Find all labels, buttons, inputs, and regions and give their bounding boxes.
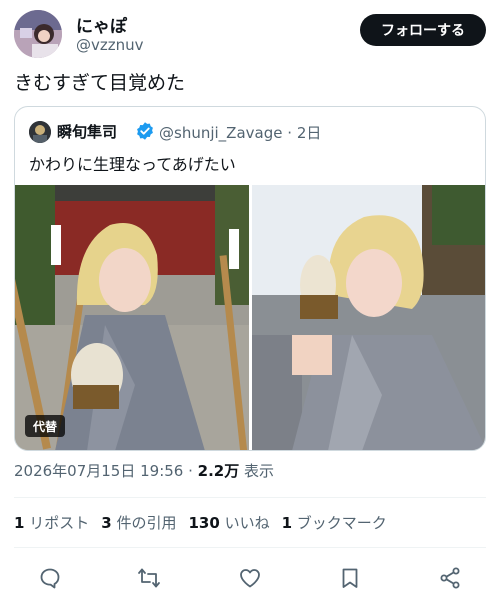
tweet-timestamp[interactable]: 2026年07月15日 19:56 · 2.2万 表示 — [14, 460, 274, 481]
repost-icon — [138, 568, 160, 588]
tweet-datetime[interactable]: 2026年07月15日 19:56 · — [14, 462, 198, 480]
share-button[interactable] — [434, 562, 466, 594]
quoted-tweet-text: かわりに生理なってあげたい — [29, 155, 236, 174]
author-display-name[interactable]: にゃぽ — [76, 12, 127, 37]
bookmark-button[interactable] — [334, 562, 366, 594]
divider — [14, 547, 486, 548]
meta-separator: · — [287, 124, 293, 142]
tweet-text: きむすぎて目覚めた — [14, 72, 186, 94]
like-icon — [240, 569, 260, 588]
author-handle[interactable]: @vzznuv — [76, 36, 144, 54]
repost-button[interactable] — [133, 562, 165, 594]
quoted-author-name: 瞬旬隼司 — [57, 123, 118, 141]
action-bar — [14, 562, 486, 594]
tweet-header: にゃぽ @vzznuv フォローする — [14, 10, 486, 58]
follow-button[interactable]: フォローする — [360, 14, 486, 46]
likes-stat[interactable]: 130 いいね — [188, 512, 269, 533]
quoted-photo-1[interactable]: 代替 — [15, 185, 249, 450]
quotes-count: 3 — [101, 514, 112, 532]
quoted-author-handle: @shunji_Zavage — [159, 124, 283, 142]
quotes-stat[interactable]: 3 件の引用 — [101, 512, 176, 533]
engagement-stats: 1 リポスト 3 件の引用 130 いいね 1 ブックマーク — [14, 512, 387, 533]
quoted-photo-2[interactable] — [252, 185, 485, 450]
likes-label: いいね — [224, 514, 270, 532]
share-icon — [440, 567, 460, 589]
quoted-meta: @shunji_Zavage · 2日 — [159, 122, 321, 143]
bookmarks-label: ブックマーク — [296, 514, 387, 532]
views-count: 2.2万 — [197, 462, 240, 480]
alt-text-badge[interactable]: 代替 — [25, 415, 66, 437]
bookmark-icon — [342, 568, 358, 588]
divider — [14, 497, 486, 498]
reposts-stat[interactable]: 1 リポスト — [14, 512, 89, 533]
verified-badge-icon — [135, 121, 155, 141]
likes-count: 130 — [188, 514, 220, 532]
reposts-count: 1 — [14, 514, 25, 532]
views-label: 表示 — [239, 462, 275, 480]
reply-icon — [40, 568, 60, 589]
bookmarks-count: 1 — [281, 514, 293, 532]
quoted-tweet-card[interactable]: 瞬旬隼司 @shunji_Zavage · 2日 かわりに生理なってあげたい 代… — [14, 106, 486, 451]
bookmarks-stat[interactable]: 1 ブックマーク — [282, 512, 387, 533]
quoted-post-age: 2日 — [296, 124, 322, 142]
quotes-label: 件の引用 — [116, 514, 177, 532]
quoted-author-avatar — [29, 121, 51, 143]
reposts-label: リポスト — [29, 514, 90, 532]
like-button[interactable] — [234, 562, 266, 594]
reply-button[interactable] — [34, 562, 66, 594]
author-avatar[interactable] — [14, 10, 62, 58]
